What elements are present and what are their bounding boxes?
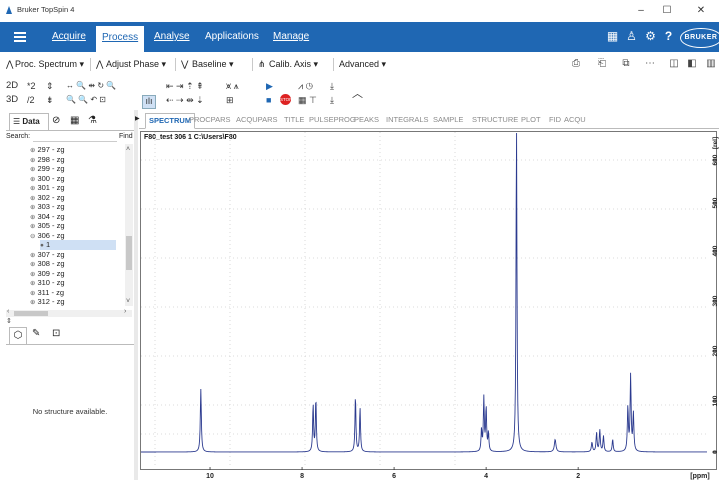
- nmr-spectrum-chart: 10 8 6 4 2 [ppm] 0 100 200 300 400 500 600 [rel]: [141, 132, 719, 480]
- y-axis-tick-label: 200: [712, 345, 719, 356]
- x-axis-tick-label: 10: [206, 473, 214, 480]
- x-axis-label: [ppm]: [690, 473, 709, 480]
- y-axis-tick-label: 400: [712, 245, 719, 256]
- y-axis-label: [rel]: [712, 137, 719, 149]
- x-axis-tick-label: 2: [576, 473, 580, 480]
- y-axis-tick-label: 0: [712, 450, 719, 454]
- x-axis-tick-label: 8: [300, 473, 304, 480]
- y-axis-tick-label: 300: [712, 295, 719, 306]
- y-axis-tick-label: 100: [712, 395, 719, 406]
- x-axis-tick-label: 6: [392, 473, 396, 480]
- spectrum-trace: [141, 132, 707, 453]
- y-axis-tick-label: 500: [712, 197, 719, 208]
- y-axis-tick-label: 600: [712, 154, 719, 165]
- x-axis-tick-label: 4: [484, 473, 488, 480]
